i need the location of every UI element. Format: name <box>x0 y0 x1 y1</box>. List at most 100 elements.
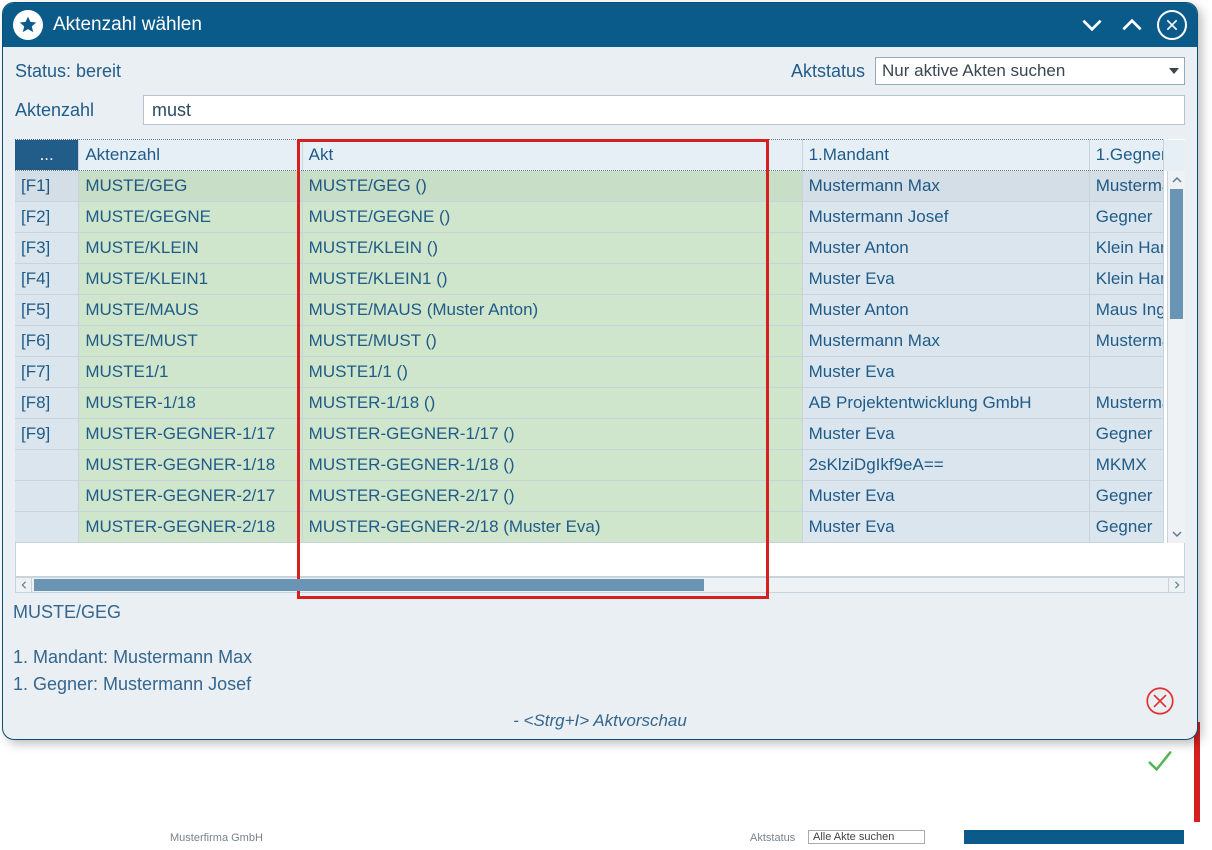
search-input[interactable] <box>143 95 1185 125</box>
table-row[interactable]: MUSTER-GEGNER-2/18MUSTER-GEGNER-2/18 (Mu… <box>15 512 1185 543</box>
results-table: ... Aktenzahl Akt 1.Mandant 1.Gegner [F1… <box>15 139 1185 543</box>
akt-cell: MUSTER-1/18 () <box>302 388 802 419</box>
scroll-up-icon[interactable] <box>1168 171 1185 189</box>
aktenzahl-cell: MUSTE/MAUS <box>79 295 302 326</box>
gegner-cell: Gegner <box>1089 419 1163 450</box>
gegner-cell: Klein Hans <box>1089 233 1163 264</box>
table-row[interactable]: [F9]MUSTER-GEGNER-1/17MUSTER-GEGNER-1/17… <box>15 419 1185 450</box>
gegner-cell <box>1089 357 1163 388</box>
fkey-cell: [F4] <box>15 264 79 295</box>
column-header-mandant[interactable]: 1.Mandant <box>802 140 1089 171</box>
preview-pane: MUSTE/GEG 1. Mandant: Mustermann Max 1. … <box>7 599 1185 709</box>
akt-cell: MUSTER-GEGNER-1/18 () <box>302 450 802 481</box>
column-header-aktenzahl[interactable]: Aktenzahl <box>79 140 302 171</box>
mandant-cell: Muster Eva <box>802 419 1089 450</box>
mandant-cell: 2sKlziDgIkf9eA== <box>802 450 1089 481</box>
scroll-right-icon[interactable] <box>1168 578 1184 592</box>
mandant-cell: Mustermann Josef <box>802 202 1089 233</box>
akt-cell: MUSTE/KLEIN1 () <box>302 264 802 295</box>
table-row[interactable]: [F5]MUSTE/MAUSMUSTE/MAUS (Muster Anton)M… <box>15 295 1185 326</box>
fkey-cell: [F6] <box>15 326 79 357</box>
scroll-down-icon[interactable] <box>1168 525 1185 543</box>
akt-cell: MUSTE/KLEIN () <box>302 233 802 264</box>
close-icon[interactable] <box>1157 10 1187 40</box>
column-header-gegner[interactable]: 1.Gegner <box>1089 140 1163 171</box>
fkey-cell: [F8] <box>15 388 79 419</box>
aktenzahl-cell: MUSTER-1/18 <box>79 388 302 419</box>
aktenzahl-cell: MUSTE/GEGNE <box>79 202 302 233</box>
akt-cell: MUSTER-GEGNER-1/17 () <box>302 419 802 450</box>
hscrollbar-thumb[interactable] <box>34 579 704 591</box>
aktenzahl-cell: MUSTE/MUST <box>79 326 302 357</box>
aktenzahl-cell: MUSTE1/1 <box>79 357 302 388</box>
table-row[interactable]: [F4]MUSTE/KLEIN1MUSTE/KLEIN1 ()Muster Ev… <box>15 264 1185 295</box>
aktenzahl-cell: MUSTER-GEGNER-2/18 <box>79 512 302 543</box>
horizontal-scrollbar[interactable] <box>15 577 1185 593</box>
mandant-cell: Muster Eva <box>802 481 1089 512</box>
mandant-cell: Muster Eva <box>802 512 1089 543</box>
mandant-cell: Muster Eva <box>802 264 1089 295</box>
scrollbar-thumb[interactable] <box>1170 189 1183 319</box>
aktenzahl-cell: MUSTE/GEG <box>79 171 302 202</box>
table-row[interactable]: [F7]MUSTE1/1MUSTE1/1 ()Muster Eva <box>15 357 1185 388</box>
akt-cell: MUSTE1/1 () <box>302 357 802 388</box>
mandant-cell: Muster Anton <box>802 233 1089 264</box>
preview-gegner: 1. Gegner: Mustermann Josef <box>13 671 1185 698</box>
aktenzahl-cell: MUSTE/KLEIN1 <box>79 264 302 295</box>
aktenzahl-cell: MUSTE/KLEIN <box>79 233 302 264</box>
gegner-cell: Gegner <box>1089 481 1163 512</box>
akt-cell: MUSTE/GEGNE () <box>302 202 802 233</box>
gegner-cell: Gegner <box>1089 512 1163 543</box>
fkey-cell <box>15 512 79 543</box>
scroll-left-icon[interactable] <box>16 578 32 592</box>
shortcut-hint: - <Strg+I> Aktvorschau <box>3 709 1197 739</box>
bg-fragment-text: Musterfirma GmbH <box>170 832 263 844</box>
fkey-cell: [F3] <box>15 233 79 264</box>
mandant-cell: Muster Anton <box>802 295 1089 326</box>
fkey-cell: [F1] <box>15 171 79 202</box>
aktenzahl-cell: MUSTER-GEGNER-1/18 <box>79 450 302 481</box>
gegner-cell: Mustermann <box>1089 326 1163 357</box>
dialog-window: Aktenzahl wählen Status: bereit Aktstatu… <box>2 2 1198 740</box>
akt-cell: MUSTER-GEGNER-2/18 (Muster Eva) <box>302 512 802 543</box>
fkey-cell: [F2] <box>15 202 79 233</box>
chevron-up-icon[interactable] <box>1117 10 1147 40</box>
gegner-cell: MKMX <box>1089 450 1163 481</box>
aktstatus-select[interactable] <box>875 57 1185 85</box>
table-row[interactable]: [F3]MUSTE/KLEINMUSTE/KLEIN ()Muster Anto… <box>15 233 1185 264</box>
gegner-cell: Maus Ingrid <box>1089 295 1163 326</box>
fkey-cell <box>15 450 79 481</box>
bg-fragment-label: Aktstatus <box>750 832 795 844</box>
akt-cell: MUSTE/MUST () <box>302 326 802 357</box>
mandant-cell: AB Projektentwicklung GmbH <box>802 388 1089 419</box>
vertical-scrollbar[interactable] <box>1167 171 1185 543</box>
search-label: Aktenzahl <box>15 100 125 121</box>
table-row[interactable]: MUSTER-GEGNER-1/18MUSTER-GEGNER-1/18 ()2… <box>15 450 1185 481</box>
table-row[interactable]: [F1]MUSTE/GEGMUSTE/GEG ()Mustermann MaxM… <box>15 171 1185 202</box>
table-row[interactable]: [F8]MUSTER-1/18MUSTER-1/18 ()AB Projekte… <box>15 388 1185 419</box>
bg-fragment-value: Alle Akte suchen <box>808 830 925 844</box>
fkey-cell: [F9] <box>15 419 79 450</box>
gegner-cell: Klein Hans <box>1089 264 1163 295</box>
column-header-akt[interactable]: Akt <box>302 140 802 171</box>
gegner-cell: Gegner <box>1089 202 1163 233</box>
title-bar: Aktenzahl wählen <box>3 3 1197 47</box>
favorite-icon[interactable] <box>13 10 43 40</box>
table-row[interactable]: MUSTER-GEGNER-2/17MUSTER-GEGNER-2/17 ()M… <box>15 481 1185 512</box>
fkey-cell: [F5] <box>15 295 79 326</box>
chevron-down-icon[interactable] <box>1077 10 1107 40</box>
preview-mandant: 1. Mandant: Mustermann Max <box>13 644 1185 671</box>
fkey-cell <box>15 481 79 512</box>
bg-fragment-bar <box>964 830 1184 844</box>
mandant-cell: Mustermann Max <box>802 326 1089 357</box>
table-row[interactable]: [F2]MUSTE/GEGNEMUSTE/GEGNE ()Mustermann … <box>15 202 1185 233</box>
column-menu-button[interactable]: ... <box>15 140 79 171</box>
blank-row <box>15 543 1185 577</box>
fkey-cell: [F7] <box>15 357 79 388</box>
akt-cell: MUSTE/GEG () <box>302 171 802 202</box>
cancel-button[interactable] <box>1143 684 1177 718</box>
confirm-button[interactable] <box>1143 744 1177 778</box>
aktenzahl-cell: MUSTER-GEGNER-2/17 <box>79 481 302 512</box>
mandant-cell: Muster Eva <box>802 357 1089 388</box>
table-row[interactable]: [F6]MUSTE/MUSTMUSTE/MUST ()Mustermann Ma… <box>15 326 1185 357</box>
